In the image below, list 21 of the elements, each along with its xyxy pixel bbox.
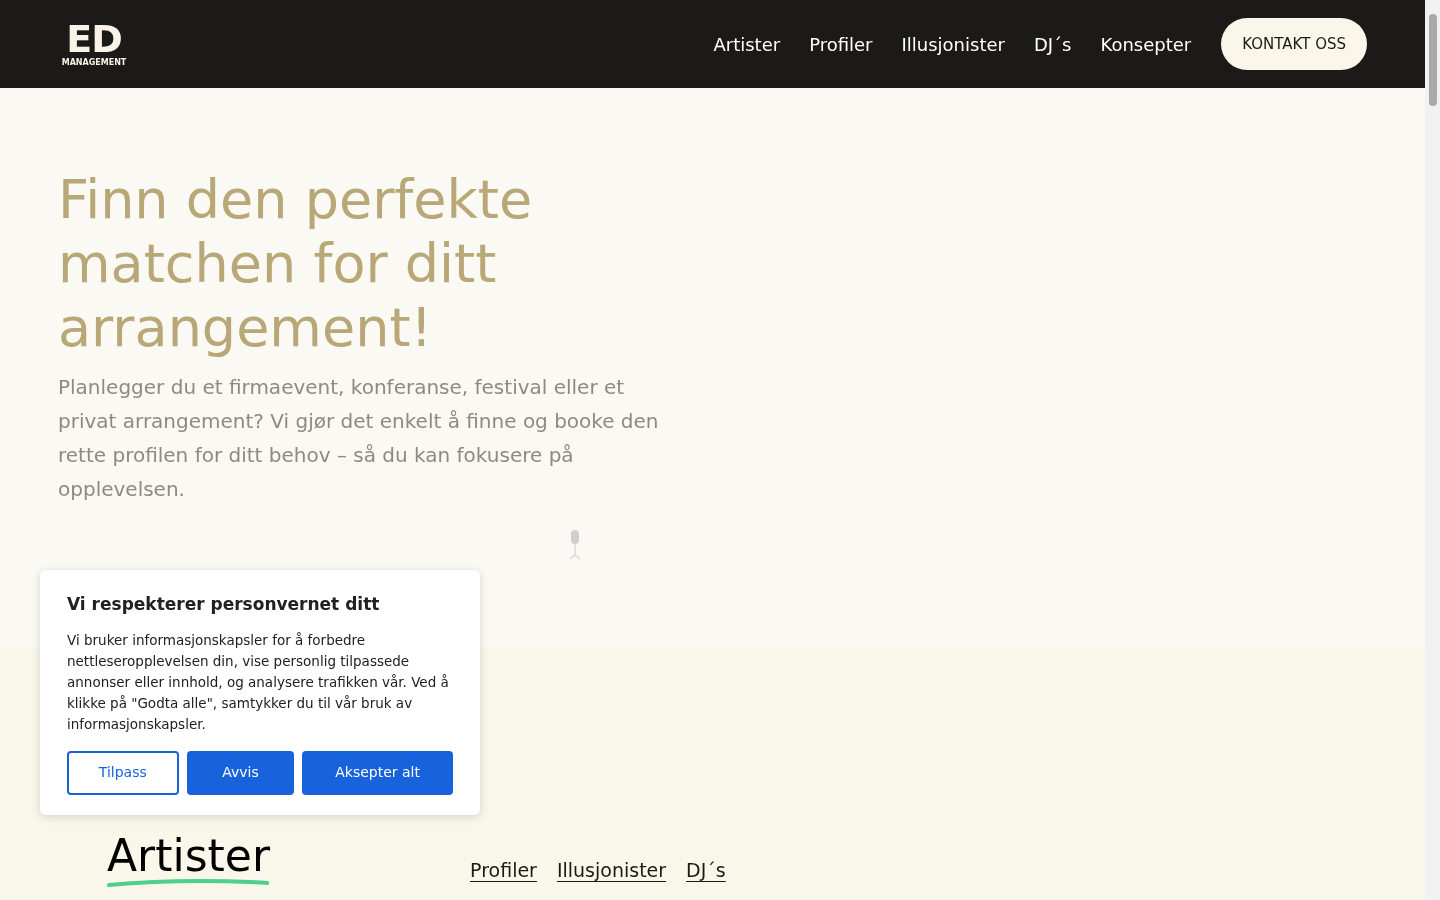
cookie-title: Vi respekterer personvernet ditt bbox=[67, 593, 381, 616]
nav-link[interactable]: Illusjonister bbox=[901, 30, 1005, 58]
category-tab[interactable]: DJ´s bbox=[686, 855, 726, 884]
cookie-button[interactable]: Avvis bbox=[186, 750, 295, 795]
hero-heading: Finn den perfekte matchen for ditt arrangement! bbox=[58, 168, 534, 360]
hero-text: Planlegger du et firmaevent, konferanse, festival eller et privat arrangement? Vi gjør det enkelt å finne og booke den rette profilen for ditt behov – så du kan fokusere på opplevelsen. bbox=[58, 374, 660, 503]
cookie-button[interactable]: Aksepter alt bbox=[302, 750, 453, 795]
category-tab[interactable]: Artister bbox=[107, 832, 270, 888]
logo[interactable]: ED bbox=[66, 20, 122, 58]
category-tab[interactable]: Profiler bbox=[470, 855, 537, 884]
cookie-button[interactable]: Tilpass bbox=[67, 750, 179, 795]
nav-link[interactable]: Profiler bbox=[809, 30, 873, 58]
nav-link[interactable]: DJ´s bbox=[1033, 30, 1072, 58]
category-tab[interactable]: Illusjonister bbox=[556, 855, 667, 884]
nav-link[interactable]: Konsepter bbox=[1100, 30, 1192, 58]
microphone-icon bbox=[568, 530, 582, 560]
contact-button[interactable]: KONTAKT OSS bbox=[1221, 18, 1367, 70]
logo-subtitle: MANAGEMENT bbox=[61, 58, 127, 68]
nav-link[interactable]: Artister bbox=[713, 30, 781, 58]
scrollbar[interactable] bbox=[1425, 0, 1440, 900]
cookie-text: Vi bruker informasjonskapsler for å forbedre nettleseropplevelsen din, vise personlig tilpassede annonser eller innhold, og analysere trafikken vår. Ved å klikke på "Godta alle", samtykker du til vår bruk av informasjonskapsler. bbox=[67, 630, 450, 734]
